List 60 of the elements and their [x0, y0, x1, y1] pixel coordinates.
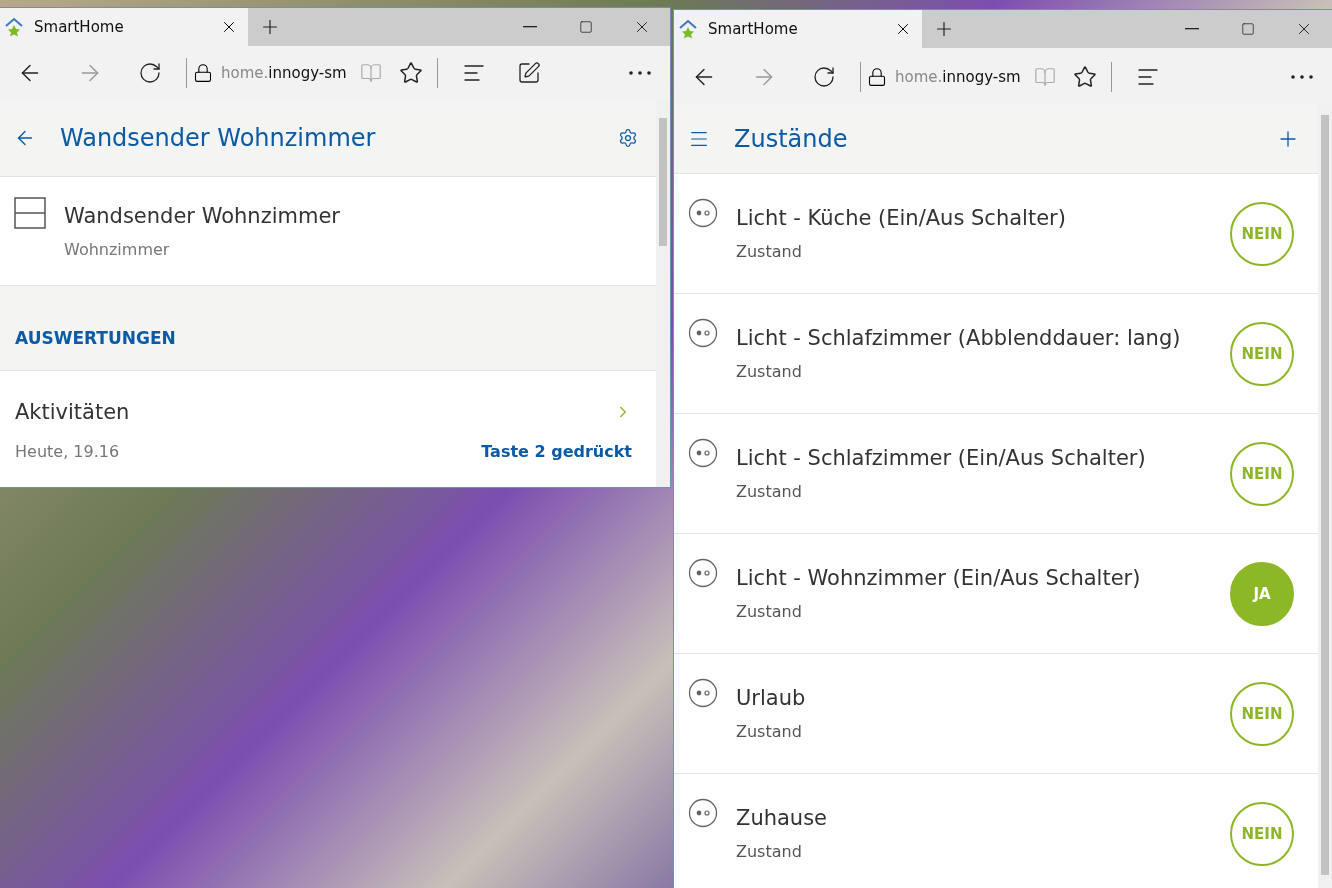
state-label: Zustand	[736, 722, 803, 741]
state-label: Zustand	[736, 482, 803, 501]
state-name: Zuhause	[736, 806, 829, 830]
state-name: Licht - Wohnzimmer (Ein/Aus Schalter)	[736, 566, 1142, 590]
state-value: JA	[1230, 561, 1294, 626]
settings-icon[interactable]	[618, 128, 638, 148]
state-label: Zustand	[736, 602, 803, 621]
state-icon	[688, 198, 718, 228]
state-label: Zustand	[736, 842, 803, 861]
star-icon	[399, 61, 423, 85]
more-icon	[1291, 74, 1313, 79]
wall-switch-icon	[14, 197, 46, 229]
address-field[interactable]: home.innogy-sm	[887, 67, 1025, 86]
book-icon	[360, 62, 382, 84]
tab-title: SmartHome	[34, 18, 125, 36]
refresh-icon	[138, 61, 162, 85]
maximize-icon	[579, 20, 593, 34]
state-value: NEIN	[1230, 201, 1294, 266]
state-label: Zustand	[736, 362, 803, 381]
maximize-icon	[1241, 22, 1255, 36]
tab-title: SmartHome	[708, 20, 799, 38]
house-star-icon	[4, 17, 24, 37]
state-icon	[688, 798, 718, 828]
house-star-icon	[678, 19, 698, 39]
browser-tab[interactable]: SmartHome	[0, 8, 248, 46]
activity-item[interactable]: Aktivitäten Heute, 19.16 Taste 2 gedrückt	[0, 371, 656, 487]
state-icon	[688, 558, 718, 588]
book-icon	[1034, 65, 1056, 88]
state-value: NEIN	[1230, 321, 1294, 386]
minimize-icon	[1185, 28, 1199, 30]
state-icon	[688, 318, 718, 348]
page-title: Wandsender Wohnzimmer	[60, 124, 377, 152]
scrollbar[interactable]	[656, 100, 670, 487]
state-icon	[688, 438, 718, 468]
minimize-icon	[523, 26, 537, 28]
activity-title: Aktivitäten	[15, 399, 130, 424]
section-title: AUSWERTUNGEN	[15, 327, 176, 348]
page-title: Zustände	[734, 125, 849, 153]
state-name: Licht - Küche (Ein/Aus Schalter)	[736, 206, 1067, 230]
lock-icon	[193, 63, 213, 83]
state-name: Urlaub	[736, 686, 807, 710]
refresh-icon	[812, 64, 836, 89]
device-name: Wandsender Wohnzimmer	[64, 203, 341, 228]
state-icon	[688, 678, 718, 708]
star-icon	[1073, 64, 1097, 89]
state-label: Zustand	[736, 242, 803, 261]
more-icon	[629, 71, 651, 75]
activity-event: Taste 2 gedrückt	[481, 441, 632, 461]
pen-icon	[517, 61, 541, 85]
state-value: NEIN	[1230, 441, 1294, 506]
lock-icon	[867, 66, 887, 87]
device-room: Wohnzimmer	[64, 239, 171, 259]
state-value: NEIN	[1230, 681, 1294, 746]
activity-time: Heute, 19.16	[15, 441, 120, 461]
address-field[interactable]: home.innogy-sm	[213, 64, 351, 82]
state-value: NEIN	[1230, 801, 1294, 866]
state-name: Licht - Schlafzimmer (Abblenddauer: lang)	[736, 326, 1182, 350]
scrollbar[interactable]	[1318, 105, 1332, 888]
state-name: Licht - Schlafzimmer (Ein/Aus Schalter)	[736, 446, 1147, 470]
browser-tab[interactable]: SmartHome	[674, 10, 922, 48]
